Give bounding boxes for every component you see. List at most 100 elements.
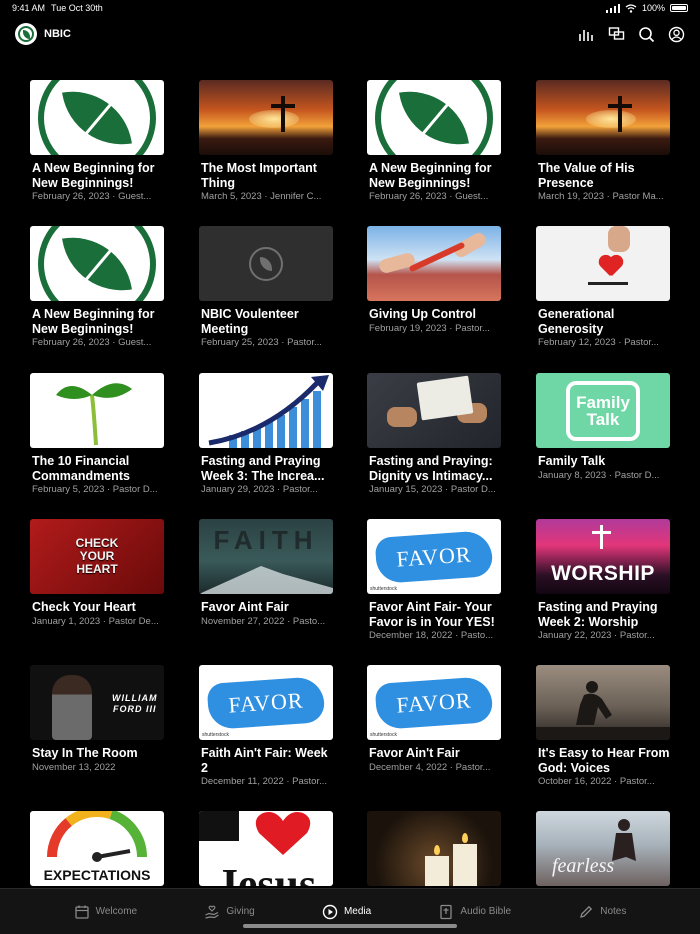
- media-card[interactable]: The Value of His Presence March 19, 2023…: [536, 80, 670, 202]
- media-title: NBIC Voulenteer Meeting: [201, 307, 299, 336]
- media-thumbnail: [536, 665, 670, 740]
- tab-giving[interactable]: Giving: [204, 904, 255, 920]
- thumb-text: WILLIAM: [112, 693, 158, 703]
- media-title: It's Easy to Hear From God: Voices: [538, 746, 670, 775]
- media-thumbnail: [536, 80, 670, 155]
- account-icon[interactable]: [668, 26, 685, 43]
- media-meta: November 27, 2022 · Pasto...: [201, 615, 326, 627]
- media-meta: December 11, 2022 · Pastor...: [201, 776, 328, 787]
- watermark-text: shutterstock: [370, 732, 397, 738]
- media-title: Favor Ain't Fair: [369, 746, 460, 760]
- media-thumbnail: EXPECTATIONS: [30, 811, 164, 886]
- media-title: The 10 Financial Commandments: [32, 454, 130, 483]
- media-thumbnail: FAITH: [199, 519, 333, 594]
- media-card[interactable]: FAVOR shutterstock Faith Ain't Fair: Wee…: [199, 665, 333, 787]
- wifi-icon: [625, 3, 637, 13]
- media-thumbnail: CHECK YOUR HEART: [30, 519, 164, 594]
- tab-audio-bible[interactable]: Audio Bible: [438, 904, 511, 920]
- media-thumbnail: [30, 226, 164, 301]
- media-title: The Value of His Presence: [538, 161, 635, 190]
- media-title: Check Your Heart: [32, 600, 136, 614]
- status-bar: 9:41 AM Tue Oct 30th 100%: [0, 0, 700, 16]
- thumb-text: FAVOR: [395, 686, 473, 718]
- thumb-text: Jesus: [216, 860, 316, 886]
- media-title: Fasting and Praying: Dignity vs Intimacy…: [369, 454, 493, 483]
- media-thumbnail: FAVOR shutterstock: [367, 519, 501, 594]
- media-title: The Most Important Thing: [201, 161, 317, 190]
- media-card[interactable]: NBIC Voulenteer Meeting February 25, 202…: [199, 226, 333, 348]
- thumb-text: FORD III: [113, 704, 157, 714]
- media-thumbnail: WILLIAM FORD III: [30, 665, 164, 740]
- media-card[interactable]: Fasting and Praying Week 3: The Increa..…: [199, 373, 333, 495]
- media-meta: October 16, 2022 · Pastor...: [538, 776, 655, 787]
- battery-icon: [670, 4, 688, 12]
- status-date: Tue Oct 30th: [51, 3, 103, 13]
- media-meta: January 29, 2023 · Pastor...: [201, 484, 318, 495]
- media-meta: February 26, 2023 · Guest...: [32, 191, 152, 202]
- media-card[interactable]: It's Easy to Hear From God: Voices Octob…: [536, 665, 670, 787]
- media-meta: March 5, 2023 · Jennifer C...: [201, 191, 322, 202]
- nbic-logo: [15, 23, 37, 45]
- media-meta: February 26, 2023 · Guest...: [369, 191, 489, 202]
- tab-notes[interactable]: Notes: [578, 904, 626, 920]
- app-title: NBIC: [44, 28, 71, 40]
- media-card[interactable]: Family Talk Family Talk January 8, 2023 ·…: [536, 373, 670, 481]
- media-meta: January 15, 2023 · Pastor D...: [369, 484, 496, 495]
- media-card[interactable]: A New Beginning for New Beginnings! Febr…: [30, 226, 164, 348]
- home-indicator: [243, 924, 457, 928]
- media-title: Favor Aint Fair: [201, 600, 289, 614]
- media-meta: December 4, 2022 · Pastor...: [369, 761, 491, 773]
- media-thumbnail: FAVOR shutterstock: [199, 665, 333, 740]
- media-card[interactable]: A New Beginning for New Beginnings! Febr…: [30, 80, 164, 202]
- thumb-text: Talk: [586, 409, 620, 429]
- search-icon[interactable]: [638, 26, 655, 43]
- equalizer-icon[interactable]: [578, 26, 595, 43]
- media-card[interactable]: WORSHIP Fasting and Praying Week 2: Wors…: [536, 519, 670, 641]
- tab-media[interactable]: Media: [322, 904, 371, 920]
- media-card[interactable]: FAVOR shutterstock Favor Aint Fair- Your…: [367, 519, 501, 641]
- media-meta: February 26, 2023 · Guest...: [32, 337, 152, 348]
- media-card[interactable]: WILLIAM FORD III Stay In The Room Novembe…: [30, 665, 164, 773]
- media-card[interactable]: fearless: [536, 811, 670, 893]
- media-thumbnail: [367, 80, 501, 155]
- media-meta: February 25, 2023 · Pastor...: [201, 337, 322, 348]
- media-thumbnail: fearless: [536, 811, 670, 886]
- media-title: Stay In The Room: [32, 746, 138, 760]
- media-card[interactable]: Giving Up Control February 19, 2023 · Pa…: [367, 226, 501, 334]
- media-meta: November 13, 2022: [32, 761, 116, 773]
- tab-welcome[interactable]: Welcome: [74, 904, 137, 920]
- media-meta: January 22, 2023 · Pastor...: [538, 630, 655, 641]
- media-thumbnail: WORSHIP: [536, 519, 670, 594]
- media-title: A New Beginning for New Beginnings!: [32, 307, 155, 336]
- calendar-icon: [74, 905, 89, 919]
- media-card[interactable]: EXPECTATIONS: [30, 811, 164, 893]
- media-meta: January 8, 2023 · Pastor D...: [538, 469, 660, 481]
- media-thumbnail: [367, 226, 501, 301]
- media-card[interactable]: Jesus: [199, 811, 333, 893]
- media-card[interactable]: FAVOR shutterstock Favor Ain't Fair Dece…: [367, 665, 501, 773]
- thumb-text: FAVOR: [227, 686, 305, 718]
- media-thumbnail: [367, 373, 501, 448]
- media-title: Generational Generosity: [538, 307, 615, 336]
- media-thumbnail: Jesus: [199, 811, 333, 886]
- media-card[interactable]: The 10 Financial Commandments February 5…: [30, 373, 164, 495]
- thumb-text: Family: [576, 392, 630, 412]
- media-card[interactable]: FAITH Favor Aint Fair November 27, 2022 …: [199, 519, 333, 627]
- media-card[interactable]: A New Beginning for New Beginnings! Febr…: [367, 80, 501, 202]
- status-time: 9:41 AM: [12, 3, 46, 13]
- media-title: Faith Ain't Fair: Week 2: [201, 746, 328, 775]
- media-meta: January 1, 2023 · Pastor De...: [32, 615, 159, 627]
- media-card[interactable]: The Most Important Thing March 5, 2023 ·…: [199, 80, 333, 202]
- media-thumbnail: FAVOR shutterstock: [367, 665, 501, 740]
- tab-label: Media: [343, 906, 372, 917]
- thumb-text: WORSHIP: [551, 562, 655, 585]
- tab-label: Audio Bible: [460, 906, 512, 917]
- media-card[interactable]: Fasting and Praying: Dignity vs Intimacy…: [367, 373, 501, 495]
- media-thumbnail: Family Talk: [536, 373, 670, 448]
- media-card[interactable]: [367, 811, 501, 893]
- media-title: Favor Aint Fair- Your Favor is in Your Y…: [369, 600, 495, 629]
- chat-icon[interactable]: [608, 26, 625, 43]
- media-card[interactable]: CHECK YOUR HEART Check Your Heart January …: [30, 519, 164, 627]
- media-card[interactable]: Generational Generosity February 12, 202…: [536, 226, 670, 348]
- media-thumbnail: [367, 811, 501, 886]
